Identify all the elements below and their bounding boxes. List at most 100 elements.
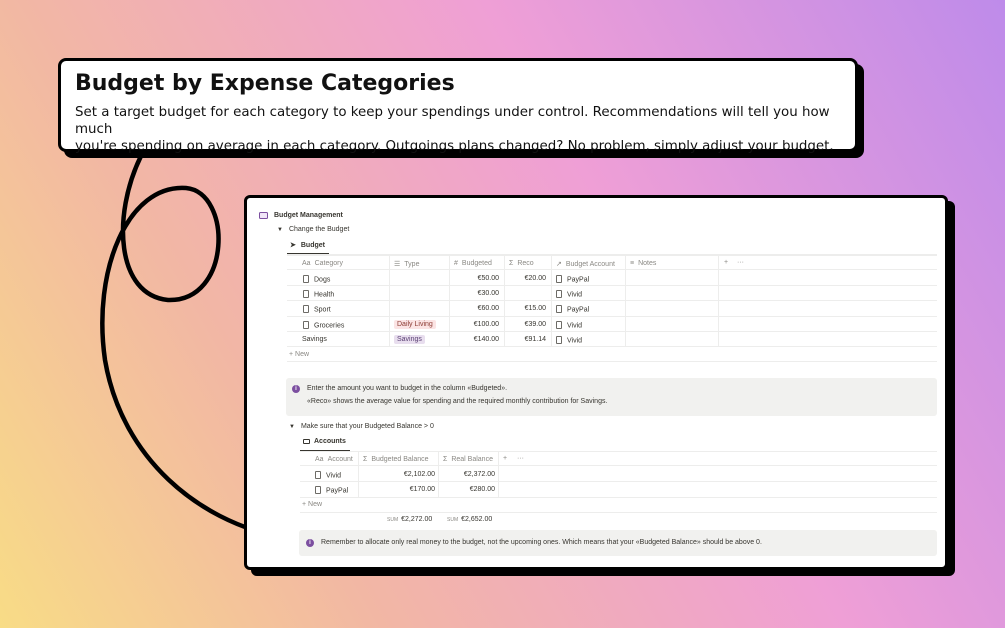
col-header-label: Budgeted — [461, 260, 492, 267]
col-header-label: Budget Account — [565, 261, 615, 268]
info-text-line-2: «Reco» shows the average value for spend… — [307, 398, 608, 405]
more-options-button[interactable]: ··· — [737, 259, 744, 266]
new-row-button[interactable]: + New — [302, 501, 322, 508]
col-header-budgeted-balance[interactable]: Σ Budgeted Balance — [363, 456, 429, 463]
cell-text: Health — [314, 291, 335, 299]
col-header-budget-account[interactable]: ↗ Budget Account — [556, 260, 615, 268]
table-row-category[interactable]: Sport — [303, 305, 331, 314]
cell-text: Vivid — [567, 322, 583, 330]
text-property-icon: Aa — [302, 260, 311, 267]
cell-reco[interactable]: €91.14 — [504, 336, 546, 343]
sum-label: SUM — [387, 517, 399, 523]
toggle-triangle-icon: ▼ — [277, 226, 283, 233]
page-icon — [315, 486, 321, 494]
cell-budgeted[interactable]: €50.00 — [449, 275, 499, 282]
page-icon — [303, 290, 309, 298]
toggle-label: Make sure that your Budgeted Balance > 0 — [300, 423, 434, 430]
table-row-category[interactable]: Dogs — [303, 275, 330, 284]
table-row-category[interactable]: Groceries — [303, 321, 344, 330]
divider — [300, 451, 937, 452]
cell-budgeted-balance[interactable]: €170.00 — [358, 486, 435, 493]
cell-budget-account[interactable]: PayPal — [556, 305, 589, 314]
new-row-button[interactable]: + New — [289, 351, 309, 358]
cell-text: PayPal — [326, 487, 349, 495]
cell-budgeted[interactable]: €100.00 — [449, 321, 499, 328]
add-property-button[interactable]: + — [724, 259, 728, 266]
col-header-real-balance[interactable]: Σ Real Balance — [443, 456, 493, 463]
send-icon: ➤ — [290, 242, 296, 249]
cell-type[interactable]: Savings — [394, 335, 425, 344]
cell-reco[interactable]: €15.00 — [504, 305, 546, 312]
cell-reco[interactable]: €39.00 — [504, 321, 546, 328]
col-header-label: Real Balance — [451, 456, 493, 463]
page-icon — [259, 212, 268, 219]
page-title[interactable]: Budget Management — [259, 212, 343, 219]
number-icon: # — [454, 260, 458, 267]
page-icon — [315, 471, 321, 479]
divider — [287, 316, 937, 317]
sum-value: €2,272.00 — [401, 516, 433, 523]
table-icon — [303, 439, 310, 444]
page-icon — [556, 305, 562, 313]
add-property-button[interactable]: + — [503, 455, 507, 462]
cell-text: PayPal — [567, 306, 590, 314]
divider — [287, 300, 937, 301]
cell-budgeted[interactable]: €140.00 — [449, 336, 499, 343]
cell-budget-account[interactable]: Vivid — [556, 321, 582, 330]
sum-budgeted-balance: SUM €2,272.00 — [387, 516, 432, 523]
col-header-account[interactable]: Aa Account — [315, 456, 353, 463]
cell-text: Savings — [302, 336, 327, 343]
notion-window: Budget Management ▼ Change the Budget ➤ … — [244, 195, 948, 570]
account-row-name[interactable]: Vivid — [315, 471, 341, 480]
col-header-reco[interactable]: Σ Reco — [509, 260, 534, 267]
account-row-name[interactable]: PayPal — [315, 486, 348, 495]
col-header-category[interactable]: Aa Category — [302, 260, 343, 267]
grid-line — [498, 451, 499, 497]
page-icon — [303, 275, 309, 283]
col-header-label: Notes — [638, 260, 657, 267]
info-icon: i — [306, 539, 314, 547]
col-header-type[interactable]: ☰ Type — [394, 260, 419, 268]
info-callout: i Remember to allocate only real money t… — [299, 530, 937, 556]
divider — [300, 481, 937, 482]
divider — [300, 512, 937, 513]
text-property-icon: Aa — [315, 456, 324, 463]
cell-budgeted-balance[interactable]: €2,102.00 — [358, 471, 435, 478]
sigma-icon: Σ — [443, 456, 448, 463]
col-header-label: Budgeted Balance — [371, 456, 429, 463]
sigma-icon: Σ — [509, 260, 514, 267]
sum-label: SUM — [447, 517, 459, 523]
table-row-category[interactable]: Health — [303, 290, 334, 299]
cell-budgeted[interactable]: €60.00 — [449, 305, 499, 312]
tab-budget[interactable]: ➤ Budget — [290, 241, 325, 250]
info-icon: i — [292, 385, 300, 393]
page-title-text: Budget Management — [274, 212, 343, 219]
cell-budget-account[interactable]: Vivid — [556, 336, 582, 345]
table-row-category[interactable]: Savings — [302, 336, 327, 343]
toggle-budgeted-balance[interactable]: ▼ Make sure that your Budgeted Balance >… — [289, 423, 434, 430]
cell-real-balance[interactable]: €280.00 — [438, 486, 495, 493]
tab-budget-label: Budget — [300, 241, 325, 249]
more-options-button[interactable]: ··· — [517, 455, 524, 462]
cell-budget-account[interactable]: Vivid — [556, 290, 582, 299]
divider — [287, 346, 937, 347]
cell-reco[interactable]: €20.00 — [504, 275, 546, 282]
cell-type[interactable]: Daily Living — [394, 320, 436, 329]
col-header-notes[interactable]: ≡ Notes — [630, 260, 656, 267]
col-header-label: Category — [314, 260, 343, 267]
col-header-label: Type — [404, 261, 420, 268]
relation-icon: ↗ — [556, 261, 562, 268]
col-header-budgeted[interactable]: # Budgeted — [454, 260, 492, 267]
toggle-triangle-icon: ▼ — [289, 423, 295, 430]
cell-real-balance[interactable]: €2,372.00 — [438, 471, 495, 478]
cell-budget-account[interactable]: PayPal — [556, 275, 589, 284]
cell-text: Vivid — [567, 337, 583, 345]
cell-budgeted[interactable]: €30.00 — [449, 290, 499, 297]
toggle-change-budget[interactable]: ▼ Change the Budget — [277, 226, 349, 233]
page-icon — [556, 321, 562, 329]
cell-text: Dogs — [314, 276, 331, 284]
tab-accounts[interactable]: Accounts — [303, 438, 346, 445]
sum-real-balance: SUM €2,652.00 — [447, 516, 492, 523]
info-text: Remember to allocate only real money to … — [321, 539, 762, 546]
page-icon — [556, 336, 562, 344]
